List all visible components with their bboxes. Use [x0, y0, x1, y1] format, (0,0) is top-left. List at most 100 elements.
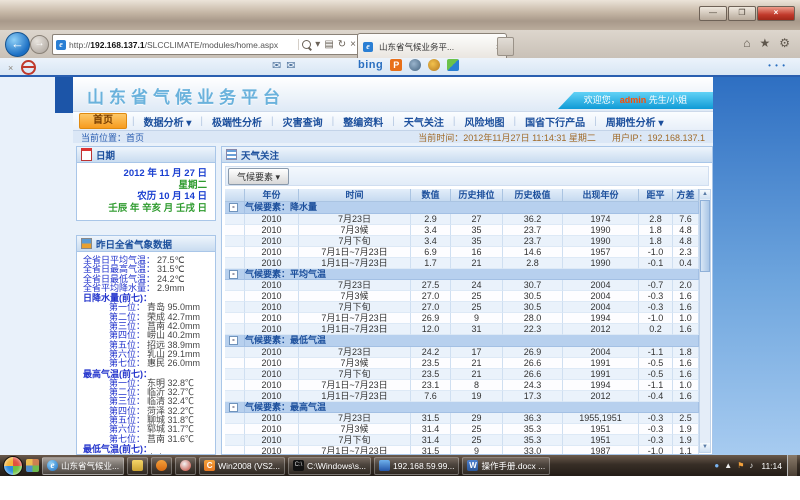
url-text[interactable]: http://192.168.137.1/SLCCLIMATE/modules/… — [69, 40, 298, 50]
new-tab-button[interactable] — [497, 37, 514, 56]
close-button[interactable]: × — [757, 6, 795, 21]
table-cell: 7月下旬 — [299, 302, 411, 313]
scroll-down-icon[interactable]: ▼ — [700, 443, 710, 452]
browser-tab[interactable]: e 山东省气候业务平... × — [357, 33, 507, 59]
table-row[interactable]: 20101月1日~7月23日7.61917.32012-0.41.6 — [225, 391, 699, 402]
nav-item-6[interactable]: 天气关注 — [395, 114, 453, 129]
group-row[interactable]: -气候要素：降水量 — [225, 202, 699, 214]
nav-item-8[interactable]: 国省下行产品 — [516, 114, 594, 129]
show-hidden-icons[interactable]: ▲ — [724, 461, 732, 471]
scrollbar-thumb[interactable] — [700, 200, 710, 272]
table-row[interactable]: 20107月3候31.42535.31951-0.31.9 — [225, 424, 699, 435]
column-header[interactable]: 时间 — [299, 189, 411, 202]
table-cell: 2004 — [563, 347, 639, 358]
table-row[interactable]: 20107月3候3.43523.719901.84.8 — [225, 225, 699, 236]
taskbar-window-word[interactable]: W操作手册.docx ... — [462, 457, 550, 475]
nav-item-2[interactable]: 数据分析 ▾ — [135, 114, 201, 129]
column-header[interactable]: 数值 — [411, 189, 451, 202]
nav-item-1[interactable]: 首页 — [79, 113, 127, 129]
table-row[interactable]: 20101月1日~7月23日12.03122.320120.21.6 — [225, 324, 699, 335]
taskbar-window-ie[interactable]: e山东省气候业... — [42, 457, 124, 475]
paw-icon[interactable] — [428, 59, 440, 71]
nav-item-3[interactable]: 极端性分析 — [203, 114, 271, 129]
refresh-icon[interactable]: ↻ — [338, 39, 346, 50]
table-cell: 33.0 — [503, 446, 563, 454]
bing-logo[interactable]: bing — [358, 59, 383, 71]
nav-item-4[interactable]: 灾害查询 — [274, 114, 332, 129]
collapse-icon[interactable]: - — [229, 270, 238, 279]
close-toolbar-icon[interactable]: × — [8, 63, 13, 73]
group-row[interactable]: -气候要素：平均气温 — [225, 269, 699, 281]
table-cell: 12.0 — [411, 324, 451, 335]
taskbar-window-cmd[interactable]: C:\C:\Windows\s... — [288, 457, 371, 475]
collapse-icon[interactable]: - — [229, 403, 238, 412]
collapse-icon[interactable]: - — [229, 203, 238, 212]
maximize-button[interactable]: ❐ — [728, 6, 756, 21]
table-row[interactable]: 20101月1日~7月23日1.7212.81990-0.10.4 — [225, 258, 699, 269]
table-row[interactable]: 20107月下旬3.43523.719901.84.8 — [225, 236, 699, 247]
nav-item-5[interactable]: 整编资料 — [334, 114, 392, 129]
table-row[interactable]: 20107月下旬27.02530.52004-0.31.6 — [225, 302, 699, 313]
row-spacer — [225, 225, 245, 236]
vertical-scrollbar[interactable]: ▲ ▼ — [699, 189, 711, 453]
gallery-icon[interactable] — [447, 59, 459, 71]
forward-button[interactable]: → — [30, 35, 49, 54]
search-icon[interactable] — [302, 40, 311, 49]
table-row[interactable]: 20107月23日27.52430.72004-0.72.0 — [225, 280, 699, 291]
table-row[interactable]: 20107月下旬23.52126.61991-0.51.6 — [225, 369, 699, 380]
group-row[interactable]: -气候要素：最低气温 — [225, 335, 699, 347]
back-button[interactable]: ← — [5, 32, 30, 57]
action-center-flag-icon[interactable]: ⚑ — [737, 461, 744, 471]
show-desktop-button[interactable] — [787, 455, 797, 476]
start-button[interactable] — [3, 456, 23, 476]
column-header[interactable]: 年份 — [245, 189, 299, 202]
taskbar-clock[interactable]: 11:14 — [761, 461, 782, 471]
group-row[interactable]: -气候要素：最高气温 — [225, 402, 699, 414]
taskbar-window-win2008[interactable]: CWin2008 (VS2... — [199, 457, 285, 475]
column-header[interactable]: 历史极值 — [503, 189, 563, 202]
overflow-icon[interactable]: • • • — [768, 61, 786, 70]
p-badge-icon[interactable]: P — [390, 59, 402, 71]
pinned-app-icon[interactable] — [26, 459, 39, 472]
taskbar-window-wmp[interactable] — [151, 457, 172, 475]
dropdown-icon[interactable]: ▾ — [315, 39, 320, 50]
column-header[interactable]: 方差 — [673, 189, 699, 202]
table-row[interactable]: 20107月23日31.52936.31955,1951-0.32.5 — [225, 413, 699, 424]
taskbar-window-media[interactable] — [175, 457, 196, 475]
table-row[interactable]: 20107月3候23.52126.61991-0.51.6 — [225, 358, 699, 369]
taskbar-window-folder[interactable] — [127, 457, 148, 475]
card-icon[interactable]: ✉ — [272, 59, 281, 72]
scroll-up-icon[interactable]: ▲ — [700, 190, 710, 199]
camera-icon[interactable] — [409, 59, 421, 71]
stop-icon[interactable]: × — [350, 39, 356, 50]
table-row[interactable]: 20107月1日~7月23日31.5933.01987-1.01.1 — [225, 446, 699, 454]
table-row[interactable]: 20107月1日~7月23日6.91614.61957-1.02.3 — [225, 247, 699, 258]
favorites-star-icon[interactable]: ★ — [759, 36, 770, 50]
address-bar[interactable]: e http://192.168.137.1/SLCCLIMATE/module… — [52, 34, 360, 55]
column-header[interactable]: 出现年份 — [563, 189, 639, 202]
table-row[interactable]: 20107月1日~7月23日26.9928.01994-1.01.0 — [225, 313, 699, 324]
nav-item-9[interactable]: 周期性分析 ▾ — [597, 114, 673, 129]
home-icon[interactable]: ⌂ — [743, 36, 750, 50]
table-row[interactable]: 20107月下旬31.42535.31951-0.31.9 — [225, 435, 699, 446]
gear-icon[interactable]: ⚙ — [779, 36, 790, 50]
compatibility-icon[interactable]: ▤ — [324, 39, 333, 50]
envelope-icon[interactable]: ✉ — [286, 59, 295, 72]
table-row[interactable]: 20107月23日2.92736.219742.87.6 — [225, 214, 699, 225]
prohibition-icon[interactable] — [21, 60, 36, 75]
minimize-button[interactable]: — — [699, 6, 727, 21]
stat-label: 第七位： — [109, 358, 145, 368]
network-globe-icon[interactable]: ● — [714, 461, 719, 471]
volume-icon[interactable]: ♪ — [749, 461, 753, 471]
tab-title[interactable]: 山东省气候业务平... — [379, 41, 493, 53]
table-cell: 1.0 — [673, 380, 699, 391]
climate-element-button[interactable]: 气候要素 ▾ — [228, 168, 289, 185]
taskbar-window-net[interactable]: 192.168.59.99... — [374, 457, 459, 475]
column-header[interactable]: 历史排位 — [451, 189, 503, 202]
table-row[interactable]: 20107月23日24.21726.92004-1.11.8 — [225, 347, 699, 358]
table-row[interactable]: 20107月3候27.02530.52004-0.31.6 — [225, 291, 699, 302]
nav-item-7[interactable]: 风险地图 — [455, 114, 513, 129]
column-header[interactable]: 距平 — [639, 189, 673, 202]
collapse-icon[interactable]: - — [229, 336, 238, 345]
table-row[interactable]: 20107月1日~7月23日23.1824.31994-1.11.0 — [225, 380, 699, 391]
